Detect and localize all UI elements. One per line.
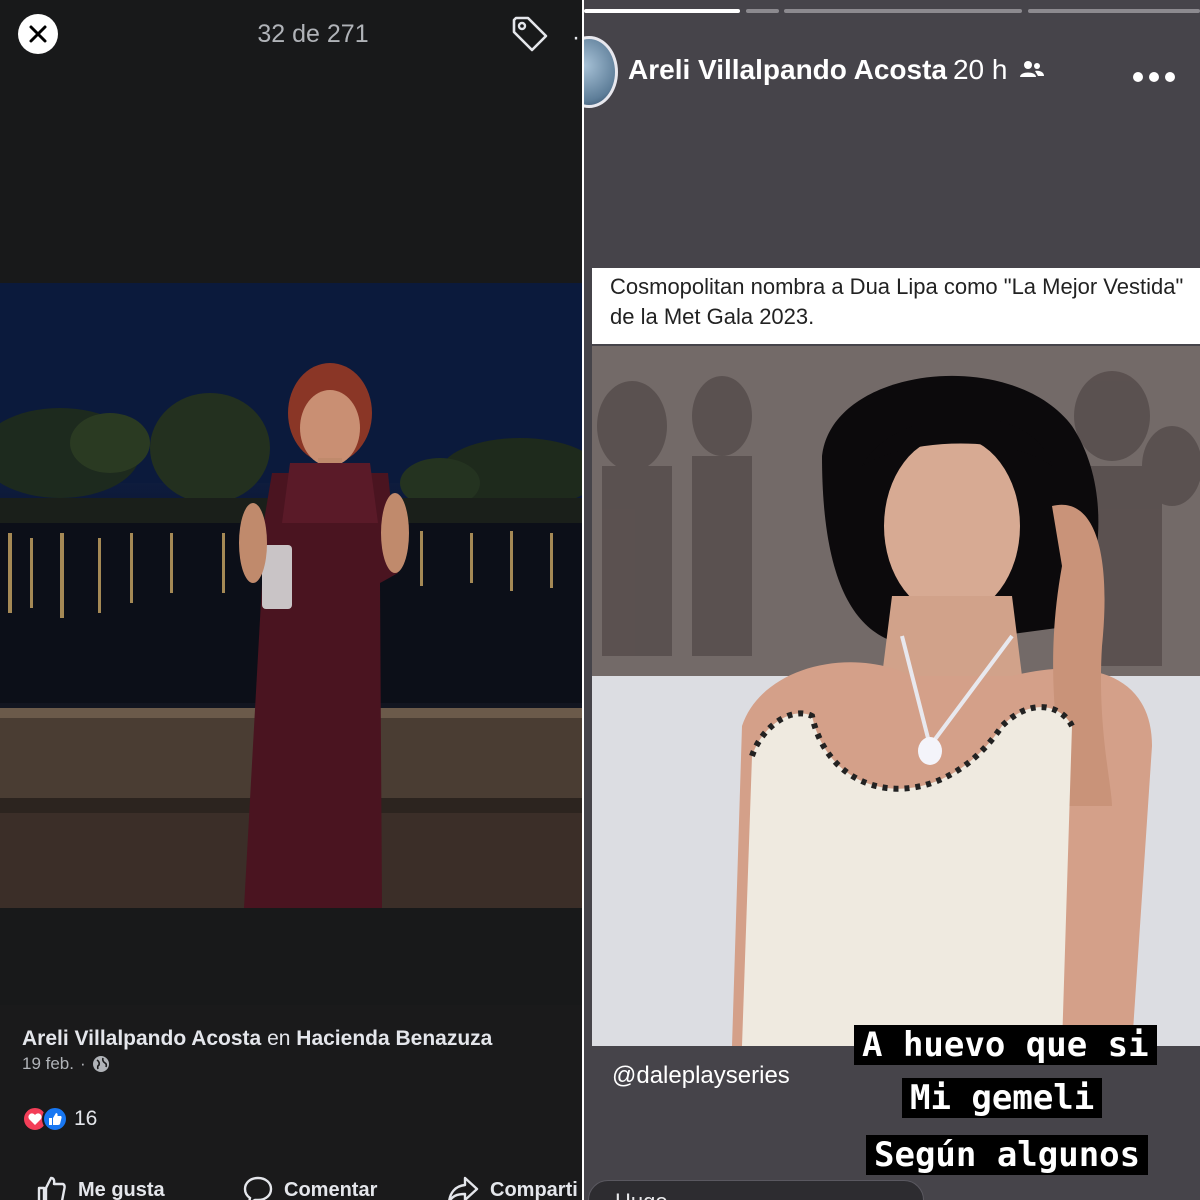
reply-text: Hugo (615, 1189, 668, 1200)
tag-button[interactable] (508, 12, 552, 56)
story-caption-line: Según algunos (866, 1135, 1149, 1175)
post-date[interactable]: 19 feb. (22, 1054, 74, 1074)
tag-icon (512, 16, 548, 52)
more-icon[interactable] (1132, 70, 1176, 89)
post-location[interactable]: Hacienda Benazuza (296, 1027, 492, 1050)
comment-button[interactable]: Comentar (242, 1175, 377, 1200)
photo-counter: 32 de 271 (257, 20, 369, 48)
post-author[interactable]: Areli Villalpando Acosta (22, 1027, 261, 1050)
action-bar: Me gusta Comentar Comparti (0, 1169, 582, 1200)
reply-input[interactable]: Hugo (588, 1180, 924, 1200)
shared-card-photo (592, 346, 1200, 1046)
story-time: 20 h (952, 54, 1008, 85)
reactions-summary[interactable]: 16 (22, 1106, 97, 1132)
post-photo (0, 283, 582, 908)
connector-text: en (267, 1027, 291, 1050)
globe-icon (92, 1056, 109, 1072)
avatar[interactable] (584, 36, 618, 108)
share-label: Comparti (490, 1178, 578, 1200)
share-icon (448, 1176, 479, 1200)
story-author[interactable]: Areli Villalpando Acosta (628, 54, 947, 85)
share-button[interactable]: Comparti (446, 1175, 578, 1200)
like-icon (42, 1106, 68, 1132)
story-viewer: Areli Villalpando Acosta 20 h Cosmopolita… (584, 0, 1200, 1200)
post-meta: 19 feb. · (22, 1054, 110, 1074)
source-handle: @daleplayseries (612, 1062, 790, 1089)
story-progress-segment (584, 9, 740, 13)
story-progress-segment (746, 9, 779, 13)
shared-card-title: Cosmopolitan nombra a Dua Lipa como "La … (610, 274, 1184, 329)
photo-viewer: 32 de 271 · Areli Villalpando Acosta en … (0, 0, 582, 1200)
story-caption-line: A huevo que si (854, 1025, 1157, 1065)
story-author-line: Areli Villalpando Acosta 20 h (628, 54, 1045, 86)
post-author-line: Areli Villalpando Acosta en Hacienda Ben… (22, 1027, 492, 1051)
thumbs-up-icon (37, 1176, 66, 1200)
friends-icon (1020, 61, 1045, 77)
like-button[interactable]: Me gusta (36, 1175, 165, 1200)
story-progress-segment (1028, 9, 1200, 13)
post-info: Areli Villalpando Acosta en Hacienda Ben… (0, 1005, 582, 1200)
meta-separator: · (80, 1054, 86, 1073)
story-caption-line: Mi gemeli (902, 1078, 1103, 1118)
shared-card-header: Cosmopolitan nombra a Dua Lipa como "La … (592, 268, 1200, 344)
reaction-count: 16 (74, 1107, 98, 1130)
comment-icon (243, 1176, 273, 1200)
comment-label: Comentar (284, 1178, 378, 1200)
story-progress-segment (784, 9, 1022, 13)
like-label: Me gusta (78, 1178, 165, 1200)
more-options-icon[interactable]: · (572, 24, 580, 52)
